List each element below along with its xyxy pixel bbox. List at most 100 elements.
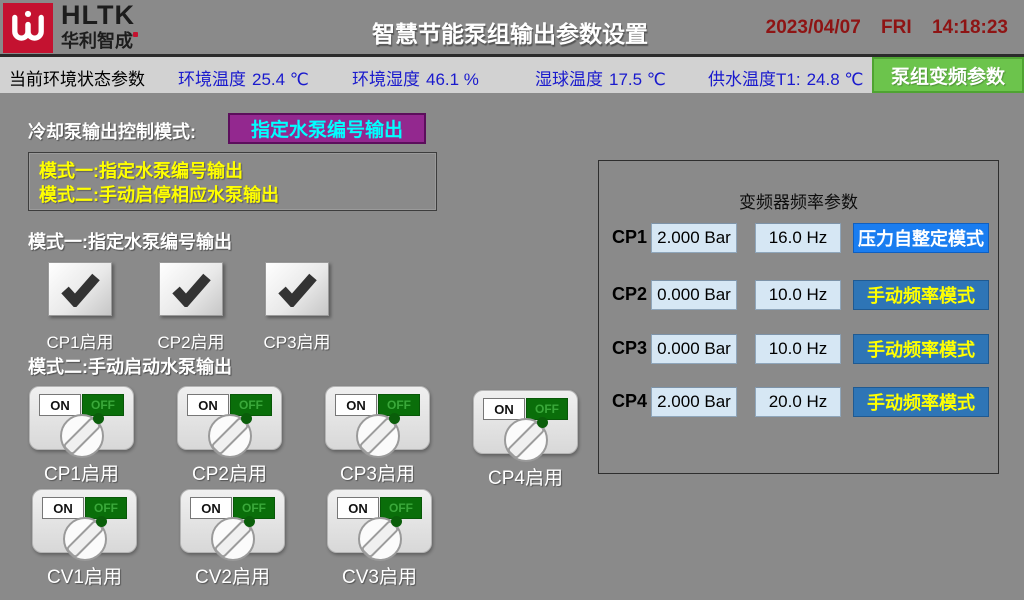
cp3-mode-button[interactable]: 手动频率模式 (853, 334, 989, 364)
rotary-switch[interactable]: ON OFF (32, 489, 137, 553)
checkmark-icon (169, 271, 213, 307)
on-indicator[interactable]: ON (39, 394, 81, 416)
datetime-display: 2023/04/07 FRI 14:18:23 (751, 17, 1008, 39)
cp2-frequency-input[interactable]: 10.0 Hz (755, 280, 841, 310)
mode1-section-title: 模式一:指定水泵编号输出 (28, 228, 232, 254)
rotary-knob-icon[interactable] (356, 414, 400, 458)
manual-switch-cp4: ON OFF CP4启用 (474, 390, 577, 490)
mode2-description: 模式二:手动启停相应水泵输出 (39, 183, 426, 207)
cp1-enable-button[interactable] (48, 262, 112, 316)
cp4-frequency-input[interactable]: 20.0 Hz (755, 387, 841, 417)
pump-id-label: CP1 (612, 227, 647, 248)
knob-position-dot (93, 413, 104, 424)
off-indicator[interactable]: OFF (526, 398, 568, 420)
knob-position-dot (391, 516, 402, 527)
logo-accent-dot (133, 32, 138, 37)
rotary-switch[interactable]: ON OFF (180, 489, 285, 553)
manual-switch-cv3: ON OFF CV3启用 (328, 489, 431, 589)
freq-row-cp1: CP1 2.000 Bar 16.0 Hz 压力自整定模式 (599, 223, 998, 253)
date-label: 2023/04/07 (766, 17, 861, 38)
freq-row-cp3: CP3 0.000 Bar 10.0 Hz 手动频率模式 (599, 334, 998, 364)
switch-label: CV2启用 (195, 562, 270, 589)
rotary-switch[interactable]: ON OFF (177, 386, 282, 450)
switch-label: CP2启用 (192, 459, 267, 486)
time-label: 14:18:23 (932, 17, 1008, 38)
rotary-knob-icon[interactable] (208, 414, 252, 458)
on-indicator[interactable]: ON (187, 394, 229, 416)
knob-position-dot (537, 417, 548, 428)
supply-water-temperature: 供水温度T1:24.8 ℃ (708, 65, 863, 90)
company-name: 华利智成 (61, 32, 135, 50)
rotary-knob-icon[interactable] (60, 414, 104, 458)
ambient-temperature: 环境温度25.4 ℃ (178, 65, 309, 90)
weekday-label: FRI (881, 17, 912, 38)
pump-enable-cp3: CP3启用 (245, 262, 349, 353)
switch-label: CV1启用 (47, 562, 122, 589)
cp4-pressure-input[interactable]: 2.000 Bar (651, 387, 737, 417)
header-bar: HLTK 华利智成 智慧节能泵组输出参数设置 2023/04/07 FRI 14… (0, 0, 1024, 57)
off-indicator[interactable]: OFF (82, 394, 124, 416)
rotary-switch[interactable]: ON OFF (29, 386, 134, 450)
rotary-knob-icon[interactable] (63, 517, 107, 561)
cp2-enable-button[interactable] (159, 262, 223, 316)
rotary-switch[interactable]: ON OFF (473, 390, 578, 454)
checkmark-icon (58, 271, 102, 307)
pump-enable-cp1: CP1启用 (28, 262, 132, 353)
rotary-switch[interactable]: ON OFF (325, 386, 430, 450)
freq-row-cp4: CP4 2.000 Bar 20.0 Hz 手动频率模式 (599, 387, 998, 417)
logo-text: HLTK 华利智成 (61, 2, 135, 50)
cp2-mode-button[interactable]: 手动频率模式 (853, 280, 989, 310)
off-indicator[interactable]: OFF (233, 497, 275, 519)
cp2-pressure-input[interactable]: 0.000 Bar (651, 280, 737, 310)
brand-name: HLTK (61, 2, 135, 29)
pump-vfd-params-button[interactable]: 泵组变频参数 (872, 57, 1024, 93)
knob-position-dot (241, 413, 252, 424)
cp1-mode-button[interactable]: 压力自整定模式 (853, 223, 989, 253)
cp3-enable-label: CP3启用 (263, 328, 330, 353)
off-indicator[interactable]: OFF (378, 394, 420, 416)
checkmark-icon (275, 271, 319, 307)
on-indicator[interactable]: ON (335, 394, 377, 416)
company-logo (3, 3, 53, 53)
switch-label: CV3启用 (342, 562, 417, 589)
cp2-enable-label: CP2启用 (157, 328, 224, 353)
cooling-pump-mode-label: 冷却泵输出控制模式: (28, 118, 196, 144)
cp3-frequency-input[interactable]: 10.0 Hz (755, 334, 841, 364)
rotary-knob-icon[interactable] (211, 517, 255, 561)
knob-position-dot (96, 516, 107, 527)
on-indicator[interactable]: ON (190, 497, 232, 519)
manual-switch-cp2: ON OFF CP2启用 (178, 386, 281, 486)
on-indicator[interactable]: ON (483, 398, 525, 420)
cp4-mode-button[interactable]: 手动频率模式 (853, 387, 989, 417)
rotary-knob-icon[interactable] (504, 418, 548, 462)
cp1-enable-label: CP1启用 (46, 328, 113, 353)
rotary-knob-icon[interactable] (358, 517, 402, 561)
vfd-panel-title: 变频器频率参数 (599, 188, 998, 213)
knob-position-dot (244, 516, 255, 527)
pump-id-label: CP2 (612, 284, 647, 305)
mode-description-box: 模式一:指定水泵编号输出 模式二:手动启停相应水泵输出 (28, 152, 437, 211)
on-indicator[interactable]: ON (337, 497, 379, 519)
manual-switch-cv1: ON OFF CV1启用 (33, 489, 136, 589)
cp1-frequency-input[interactable]: 16.0 Hz (755, 223, 841, 253)
cp3-pressure-input[interactable]: 0.000 Bar (651, 334, 737, 364)
manual-switch-cv2: ON OFF CV2启用 (181, 489, 284, 589)
manual-switch-cp3: ON OFF CP3启用 (326, 386, 429, 486)
page-title: 智慧节能泵组输出参数设置 (310, 15, 710, 49)
cp3-enable-button[interactable] (265, 262, 329, 316)
switch-label: CP3启用 (340, 459, 415, 486)
off-indicator[interactable]: OFF (230, 394, 272, 416)
switch-label: CP1启用 (44, 459, 119, 486)
mode-select-button[interactable]: 指定水泵编号输出 (228, 113, 426, 144)
off-indicator[interactable]: OFF (380, 497, 422, 519)
pipe-coil-logo-icon (6, 6, 50, 50)
pump-id-label: CP4 (612, 391, 647, 412)
on-indicator[interactable]: ON (42, 497, 84, 519)
off-indicator[interactable]: OFF (85, 497, 127, 519)
rotary-switch[interactable]: ON OFF (327, 489, 432, 553)
switch-label: CP4启用 (488, 463, 563, 490)
pump-id-label: CP3 (612, 338, 647, 359)
environment-status-bar: 当前环境状态参数 环境温度25.4 ℃ 环境湿度46.1 % 湿球温度17.5 … (0, 57, 1024, 93)
vfd-frequency-panel: 变频器频率参数 CP1 2.000 Bar 16.0 Hz 压力自整定模式 CP… (598, 160, 999, 474)
cp1-pressure-input[interactable]: 2.000 Bar (651, 223, 737, 253)
